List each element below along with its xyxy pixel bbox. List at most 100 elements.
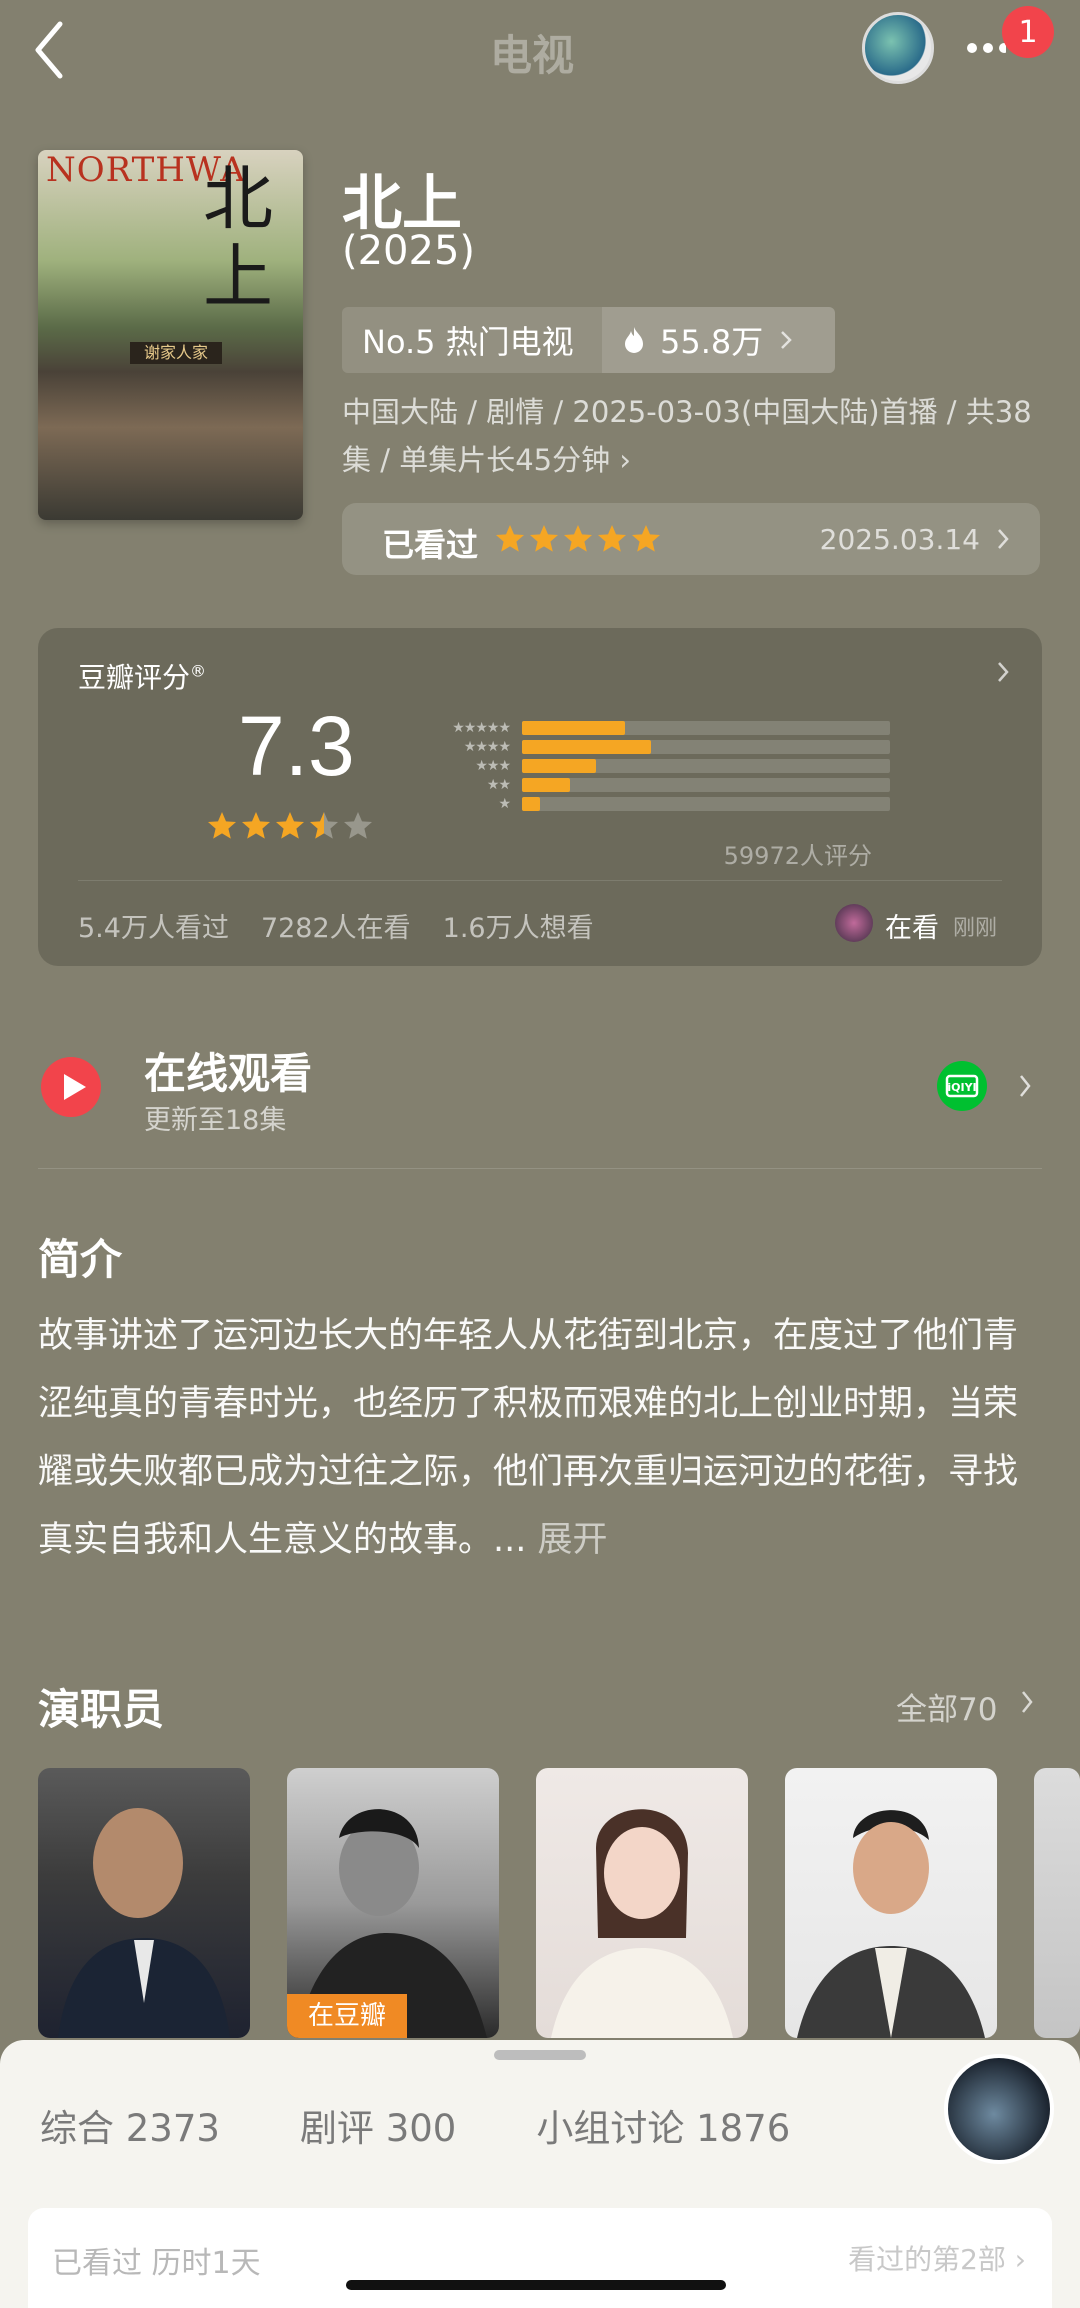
star-icon xyxy=(564,525,592,552)
cast-photo xyxy=(551,1809,733,2038)
vote-count[interactable]: 59972人评分 xyxy=(724,836,872,871)
watched-label: 已看过 xyxy=(382,526,479,564)
now-watching-time: 刚刚 xyxy=(953,916,998,941)
watch-online-subtitle: 更新至18集 xyxy=(144,1105,287,1136)
dist-bar-track xyxy=(522,777,890,792)
notification-badge[interactable]: 1 xyxy=(1002,6,1054,58)
dist-star-label: ★ xyxy=(498,795,511,812)
back-icon[interactable] xyxy=(30,18,74,82)
stat-watched[interactable]: 5.4万人看过 xyxy=(78,906,229,945)
rank-chip[interactable]: No.5 热门电视 55.8万 xyxy=(342,307,835,373)
chevron-right-icon[interactable] xyxy=(1018,1073,1032,1099)
sheet-card[interactable]: 已看过 历时1天 看过的第2部 › xyxy=(28,2208,1052,2308)
dist-bar-fill xyxy=(522,796,541,811)
meta-chevron-icon: › xyxy=(619,443,631,477)
intro-title: 简介 xyxy=(38,1235,123,1284)
divider xyxy=(38,1168,1042,1169)
rating-dist-row: ★ xyxy=(398,794,890,813)
svg-text:iQIYI: iQIYI xyxy=(947,1081,976,1094)
rating-dist-row: ★★★★ xyxy=(398,737,890,756)
show-year: (2025) xyxy=(342,228,476,274)
cast-photo xyxy=(58,1808,230,2038)
cast-card[interactable]: 在豆瓣 xyxy=(287,1768,499,2038)
heat-button[interactable]: 55.8万 xyxy=(602,307,835,373)
rating-stars xyxy=(206,810,374,842)
rank-label: No.5 热门电视 xyxy=(362,323,574,361)
heat-value: 55.8万 xyxy=(660,323,764,361)
dist-bar-fill xyxy=(522,739,651,754)
friend-avatar[interactable] xyxy=(835,904,873,942)
rating-dist-row: ★★★★★ xyxy=(398,718,890,737)
floating-avatar[interactable] xyxy=(944,2054,1054,2164)
chevron-right-icon[interactable] xyxy=(996,660,1010,684)
fire-icon xyxy=(625,327,643,353)
cast-card[interactable] xyxy=(785,1768,997,2038)
show-meta[interactable]: 中国大陆 / 剧情 / 2025-03-03(中国大陆)首播 / 共38集 / … xyxy=(342,388,1042,484)
dist-star-label: ★★★★★ xyxy=(452,719,511,736)
dist-bar-track xyxy=(522,796,890,811)
cast-card[interactable] xyxy=(38,1768,250,2038)
dist-bar-fill xyxy=(522,720,626,735)
play-icon[interactable] xyxy=(40,1056,102,1118)
header-title: 电视 xyxy=(490,31,575,80)
stat-wish[interactable]: 1.6万人想看 xyxy=(443,906,594,945)
rating-score: 7.3 xyxy=(238,699,355,793)
chevron-right-icon xyxy=(781,331,793,349)
rating-label-text: 豆瓣评分 xyxy=(78,661,191,694)
rating-dist-row: ★★★ xyxy=(398,756,890,775)
dist-bar-fill xyxy=(522,758,596,773)
star-icon xyxy=(632,525,660,552)
rating-label: 豆瓣评分® xyxy=(78,656,206,696)
cast-card[interactable] xyxy=(1034,1768,1080,2038)
dist-bar-track xyxy=(522,720,890,735)
show-poster[interactable]: NORTHWA 北上 谢家人家 xyxy=(38,150,303,520)
dist-bar-fill xyxy=(522,777,570,792)
bottom-sheet[interactable]: 综合 2373 剧评 300 小组讨论 1876 已看过 历时1天 看过的第2部 › xyxy=(0,2040,1080,2308)
dist-star-label: ★★★★ xyxy=(463,738,511,755)
sheet-tab[interactable]: 剧评 300 xyxy=(300,2098,456,2152)
watched-bar[interactable]: 已看过 2025.03.14 xyxy=(342,503,1040,575)
rating-distribution: ★★★★★ ★★★★ ★★★ ★★ ★ xyxy=(398,718,890,813)
chevron-right-icon[interactable] xyxy=(1020,1689,1034,1715)
dist-bar-track xyxy=(522,758,890,773)
intro-text: 故事讲述了运河边长大的年轻人从花街到北京，在度过了他们青涩纯真的青春时光，也经历… xyxy=(38,1302,1048,1574)
rating-card[interactable]: 豆瓣评分® 7.3 ★★★★★ ★★★★ ★★★ ★★ ★ 59972人评分 5.4万人… xyxy=(38,628,1042,966)
dist-bar-track xyxy=(522,739,890,754)
douban-tag: 在豆瓣 xyxy=(287,1994,407,2038)
sheet-tab[interactable]: 小组讨论 1876 xyxy=(536,2098,790,2152)
star-icon xyxy=(208,812,236,839)
stat-watching[interactable]: 7282人在看 xyxy=(261,906,411,945)
sheet-card-right[interactable]: 看过的第2部 › xyxy=(848,2238,1026,2278)
cast-photo xyxy=(797,1810,985,2038)
divider xyxy=(78,880,1002,881)
watch-online-title[interactable]: 在线观看 xyxy=(144,1040,312,1101)
expand-link[interactable]: 展开 xyxy=(538,1520,608,1560)
now-watching-label: 在看 xyxy=(885,913,939,944)
cast-title: 演职员 xyxy=(38,1685,165,1734)
dist-star-label: ★★ xyxy=(486,776,511,793)
watched-date: 2025.03.14 xyxy=(819,523,980,556)
more-icon[interactable] xyxy=(966,42,1006,54)
poster-sign: 谢家人家 xyxy=(130,342,222,364)
sheet-tab[interactable]: 综合 2373 xyxy=(40,2098,220,2152)
star-icon xyxy=(496,525,524,552)
star-icon xyxy=(598,525,626,552)
watched-stars xyxy=(494,523,662,555)
star-icon xyxy=(530,525,558,552)
chevron-right-icon xyxy=(998,529,1009,549)
star-icon xyxy=(242,812,270,839)
iqiyi-icon[interactable]: iQIYI xyxy=(936,1060,988,1112)
sheet-handle[interactable] xyxy=(494,2050,586,2060)
cast-card[interactable] xyxy=(536,1768,748,2038)
poster-title-cn: 北上 xyxy=(203,158,273,318)
dist-star-label: ★★★ xyxy=(475,757,511,774)
star-icon xyxy=(276,812,304,839)
cast-all-link[interactable]: 全部70 xyxy=(896,1684,997,1729)
trademark: ® xyxy=(190,661,207,681)
intro-body: 故事讲述了运河边长大的年轻人从花街到北京，在度过了他们青涩纯真的青春时光，也经历… xyxy=(38,1316,1019,1560)
home-indicator[interactable] xyxy=(346,2280,726,2290)
star-icon xyxy=(310,812,338,839)
show-meta-text: 中国大陆 / 剧情 / 2025-03-03(中国大陆)首播 / 共38集 / … xyxy=(342,395,1032,477)
user-avatar[interactable] xyxy=(862,12,934,84)
rating-stats: 5.4万人看过 7282人在看 1.6万人想看 xyxy=(78,906,594,945)
